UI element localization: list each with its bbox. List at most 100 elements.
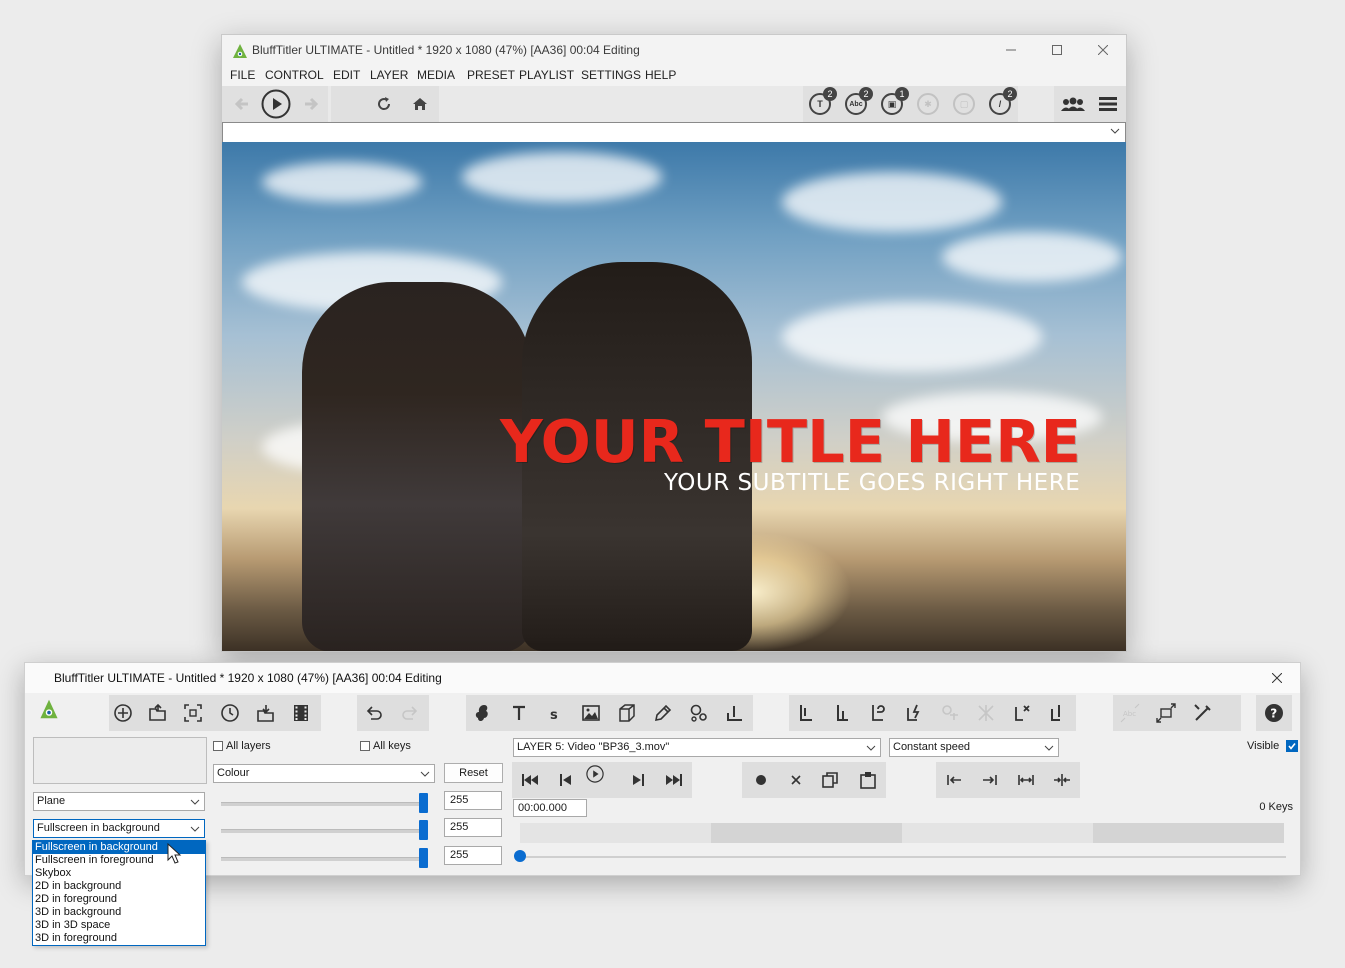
tools-button[interactable] [1191, 701, 1215, 725]
jump-end-key-button[interactable] [979, 769, 1001, 791]
property-combobox[interactable]: Colour [213, 764, 435, 783]
preview-canvas[interactable]: YOUR TITLE HERE YOUR SUBTITLE GOES RIGHT… [222, 142, 1126, 651]
menu-help[interactable]: HELP [645, 68, 676, 82]
dropdown-option[interactable]: 3D in background [33, 906, 205, 919]
link-layer-button[interactable] [866, 701, 890, 725]
maximize-button[interactable] [1034, 35, 1080, 65]
menu-control[interactable]: CONTROL [265, 68, 324, 82]
placement-combobox[interactable]: Fullscreen in background [33, 819, 205, 838]
reset-button[interactable]: Reset [444, 763, 503, 783]
dropdown-option[interactable]: 3D in 3D space [33, 919, 205, 932]
delete-key-button[interactable] [785, 769, 807, 791]
abc-layer-button[interactable]: Abc 2 [845, 87, 873, 117]
green-slider-track[interactable] [221, 829, 423, 833]
dropdown-option[interactable]: Skybox [33, 867, 205, 880]
model-layer-button[interactable]: ▢ [953, 91, 979, 117]
community-button[interactable] [1058, 90, 1088, 118]
lightning-link-button[interactable] [902, 701, 926, 725]
visible-checkbox[interactable]: Visible [1247, 740, 1299, 752]
blue-slider-thumb[interactable] [419, 848, 428, 868]
minimize-button[interactable] [988, 35, 1034, 65]
duration-button[interactable] [218, 701, 242, 725]
play-button[interactable] [261, 89, 291, 119]
unlink-all-button[interactable] [974, 701, 998, 725]
menu-file[interactable]: FILE [230, 68, 255, 82]
add-effect-layer-button[interactable] [470, 701, 494, 725]
stretch-button[interactable] [1015, 769, 1037, 791]
panel-close-button[interactable] [1254, 663, 1300, 693]
refresh-button[interactable] [370, 90, 398, 118]
red-value-field[interactable]: 255 [444, 791, 502, 810]
picture-layer-button[interactable]: ▣ 1 [881, 87, 909, 117]
add-shape-layer-button[interactable] [651, 701, 675, 725]
menu-preset[interactable]: PRESET [467, 68, 515, 82]
dropdown-option[interactable]: 2D in background [33, 880, 205, 893]
next-key-button[interactable] [627, 769, 649, 791]
timeline-bar[interactable] [520, 823, 1284, 843]
time-slider-track[interactable] [520, 856, 1286, 858]
preset-combobox[interactable] [222, 122, 1126, 143]
time-slider-knob[interactable] [514, 850, 526, 862]
help-button[interactable]: ? [1262, 701, 1286, 725]
blue-value-field[interactable]: 255 [444, 846, 502, 865]
close-button[interactable] [1080, 35, 1126, 65]
red-slider-thumb[interactable] [419, 793, 428, 813]
shared-link-button[interactable] [938, 701, 962, 725]
green-slider-thumb[interactable] [419, 820, 428, 840]
effect-layer-button[interactable]: / 2 [989, 87, 1017, 117]
hamburger-menu-button[interactable] [1094, 90, 1122, 118]
texture-preview-box[interactable] [33, 737, 207, 784]
add-model-layer-button[interactable] [615, 701, 639, 725]
open-button[interactable] [146, 701, 170, 725]
menu-media[interactable]: MEDIA [417, 68, 455, 82]
go-to-end-button[interactable] [663, 769, 685, 791]
jump-start-key-button[interactable] [943, 769, 965, 791]
shape-combobox[interactable]: Plane [33, 792, 205, 811]
visible-checkbox-box[interactable] [1286, 740, 1299, 752]
redo-button[interactable] [398, 701, 422, 725]
picture-fit-button[interactable] [1154, 701, 1178, 725]
panel-play-button[interactable] [586, 765, 616, 795]
dropdown-option[interactable]: 2D in foreground [33, 893, 205, 906]
new-button[interactable] [111, 701, 135, 725]
all-layers-checkbox-box[interactable] [213, 741, 223, 751]
layer-combobox[interactable]: LAYER 5: Video "BP36_3.mov" [513, 738, 881, 757]
back-button[interactable] [228, 90, 256, 118]
font-preview-button[interactable]: Abc [1118, 701, 1142, 725]
add-audio-layer-button[interactable] [723, 701, 747, 725]
parent-layer-button[interactable] [794, 701, 818, 725]
all-keys-checkbox[interactable]: All keys [360, 740, 411, 752]
panel-titlebar[interactable]: BluffTitler ULTIMATE - Untitled * 1920 x… [25, 663, 1300, 693]
menu-edit[interactable]: EDIT [333, 68, 360, 82]
split-button[interactable] [1051, 769, 1073, 791]
main-titlebar[interactable]: BluffTitler ULTIMATE - Untitled * 1920 x… [222, 35, 1126, 65]
previous-key-button[interactable] [555, 769, 577, 791]
remove-link-button[interactable] [1010, 701, 1034, 725]
add-particle-layer-button[interactable] [687, 701, 711, 725]
text-layer-button[interactable]: T 2 [809, 87, 837, 117]
go-to-start-button[interactable] [519, 769, 541, 791]
all-layers-checkbox[interactable]: All layers [213, 740, 271, 752]
green-value-field[interactable]: 255 [444, 818, 502, 837]
speed-combobox[interactable]: Constant speed [889, 738, 1059, 757]
forward-button[interactable] [297, 90, 325, 118]
render-video-button[interactable] [289, 701, 313, 725]
red-slider-track[interactable] [221, 802, 423, 806]
copy-key-button[interactable] [819, 769, 841, 791]
paste-key-button[interactable] [857, 769, 879, 791]
undo-button[interactable] [362, 701, 386, 725]
add-picture-layer-button[interactable] [579, 701, 603, 725]
link-bottom-button[interactable] [1046, 701, 1070, 725]
dropdown-option[interactable]: 3D in foreground [33, 932, 205, 945]
add-text-layer-button[interactable] [507, 701, 531, 725]
particle-layer-button[interactable]: ✱ [917, 91, 943, 117]
child-layer-button[interactable] [830, 701, 854, 725]
time-field[interactable]: 00:00.000 [513, 799, 587, 817]
add-subtitle-layer-button[interactable]: s [543, 701, 567, 725]
home-button[interactable] [406, 90, 434, 118]
menu-settings[interactable]: SETTINGS [581, 68, 641, 82]
blue-slider-track[interactable] [221, 857, 423, 861]
all-keys-checkbox-box[interactable] [360, 741, 370, 751]
menu-layer[interactable]: LAYER [370, 68, 408, 82]
app-logo-button[interactable] [39, 699, 65, 727]
